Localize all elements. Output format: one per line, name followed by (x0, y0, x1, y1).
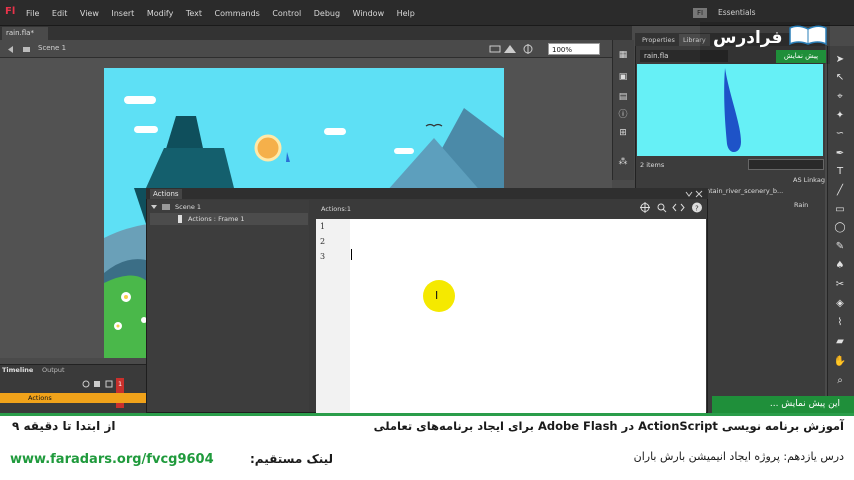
menu-items: File Edit View Insert Modify Text Comman… (26, 0, 427, 26)
hand-tool-icon[interactable]: ✋ (833, 356, 847, 368)
document-tab-bar (0, 26, 632, 40)
linkage-column-header[interactable]: AS Linkag (793, 176, 825, 184)
pen-tool-icon[interactable]: ✒ (833, 148, 847, 160)
menu-modify[interactable]: Modify (147, 9, 174, 18)
menu-edit[interactable]: Edit (52, 9, 68, 18)
layer-visibility-icons[interactable] (82, 380, 114, 388)
menu-view[interactable]: View (80, 9, 99, 18)
color-icon[interactable]: ▣ (617, 72, 629, 82)
ibeam-cursor-icon: I (435, 289, 439, 302)
brush-tool-icon[interactable]: ♠ (833, 260, 847, 272)
script-editor[interactable] (316, 219, 706, 413)
direct-link-label: لینک مستقیم: (250, 452, 334, 466)
expand-arrow-icon[interactable] (150, 203, 172, 211)
back-arrow-icon[interactable] (6, 45, 32, 54)
tab-timeline[interactable]: Timeline (2, 366, 33, 374)
tab-properties[interactable]: Properties (638, 34, 679, 46)
tree-frame-item[interactable]: Actions : Frame 1 (188, 215, 245, 223)
subselection-tool-icon[interactable]: ↖ (833, 72, 847, 84)
text-tool-icon[interactable]: T (833, 166, 847, 178)
script-tab-title[interactable]: Actions:1 (321, 205, 351, 213)
library-search-input[interactable] (748, 159, 824, 170)
course-link[interactable]: www.faradars.org/fvcg9604 (10, 452, 214, 467)
menu-file[interactable]: File (26, 9, 39, 18)
oval-tool-icon[interactable]: ◯ (833, 222, 847, 234)
free-transform-icon[interactable]: ⌖ (833, 91, 847, 103)
menu-commands[interactable]: Commands (215, 9, 260, 18)
mouse-highlight (423, 280, 455, 312)
pencil-tool-icon[interactable]: ✎ (833, 241, 847, 253)
layer-row-actions[interactable] (0, 393, 146, 403)
preview-range: از ابتدا تا دقیقه ۹ (12, 419, 116, 433)
scene-label[interactable]: Scene 1 (38, 44, 66, 52)
stage-tools-icons[interactable] (488, 43, 544, 55)
menu-control[interactable]: Control (272, 9, 301, 18)
course-title: آموزش برنامه نویسی ActionScript در Adobe… (373, 419, 844, 433)
transform-icon[interactable]: ⊞ (617, 128, 629, 138)
line-number: 2 (320, 237, 326, 246)
panel-collapse-icon[interactable] (684, 190, 704, 198)
actions-panel-header (146, 188, 708, 199)
eyedropper-icon[interactable]: ⌇ (833, 317, 847, 329)
flash-workspace: Fl File Edit View Insert Modify Text Com… (0, 0, 854, 480)
align-icon[interactable]: ▤ (617, 92, 629, 102)
rectangle-tool-icon[interactable]: ▭ (833, 204, 847, 216)
menu-window[interactable]: Window (353, 9, 385, 18)
book-logo-icon (789, 25, 827, 46)
lesson-title: درس یازدهم: پروژه ایجاد انیمیشن بارش بار… (633, 450, 844, 463)
frame-script-icon (178, 215, 182, 223)
paint-bucket-icon[interactable]: ◈ (833, 298, 847, 310)
lasso-icon[interactable]: ∽ (833, 128, 847, 140)
line-number: 3 (320, 252, 326, 261)
menu-insert[interactable]: Insert (111, 9, 134, 18)
info-icon[interactable]: ⓘ (617, 110, 629, 120)
script-navigator (147, 200, 309, 412)
library-preview (637, 64, 823, 156)
zoom-tool-icon[interactable]: ⌕ (833, 375, 847, 387)
3d-rotation-icon[interactable]: ✦ (833, 110, 847, 122)
script-toolbar-icons[interactable]: ? (640, 202, 704, 213)
preview-badge: پیش نمایش (776, 50, 826, 63)
preview-tag: این پیش نمایش ... (712, 396, 854, 413)
components-icon[interactable]: ⁂ (617, 157, 629, 167)
tree-scene-item[interactable]: Scene 1 (175, 203, 201, 211)
eraser-icon[interactable]: ▰ (833, 336, 847, 348)
svg-text:?: ? (695, 205, 699, 213)
swatches-icon[interactable]: ▦ (617, 50, 629, 60)
bone-tool-icon[interactable]: ✂ (833, 279, 847, 291)
library-item-count: 2 items (640, 161, 665, 169)
selection-tool-icon[interactable]: ➤ (833, 54, 847, 66)
faradars-logo-text: فرادرس (713, 28, 783, 48)
library-item-scenery[interactable]: ntain_river_scenery_b... (706, 187, 783, 195)
menu-text[interactable]: Text (186, 9, 202, 18)
menu-debug[interactable]: Debug (314, 9, 340, 18)
library-item-rain[interactable]: Rain (794, 201, 808, 209)
raindrop-preview (724, 68, 741, 153)
actions-panel-title[interactable]: Actions (150, 189, 182, 199)
flash-logo: Fl (5, 6, 16, 17)
line-tool-icon[interactable]: ╱ (833, 185, 847, 197)
tab-output[interactable]: Output (42, 366, 65, 374)
frame-number: 1 (118, 380, 123, 388)
zoom-select[interactable]: 100% (548, 43, 600, 55)
document-tab[interactable]: rain.fla* (2, 27, 48, 40)
line-number: 1 (320, 222, 326, 231)
menu-help[interactable]: Help (397, 9, 415, 18)
text-caret (351, 249, 352, 260)
fi-icon[interactable]: FI (693, 8, 707, 18)
workspace-switcher[interactable]: Essentials (718, 8, 756, 17)
layer-name[interactable]: Actions (28, 394, 52, 402)
line-number-gutter (316, 219, 350, 413)
